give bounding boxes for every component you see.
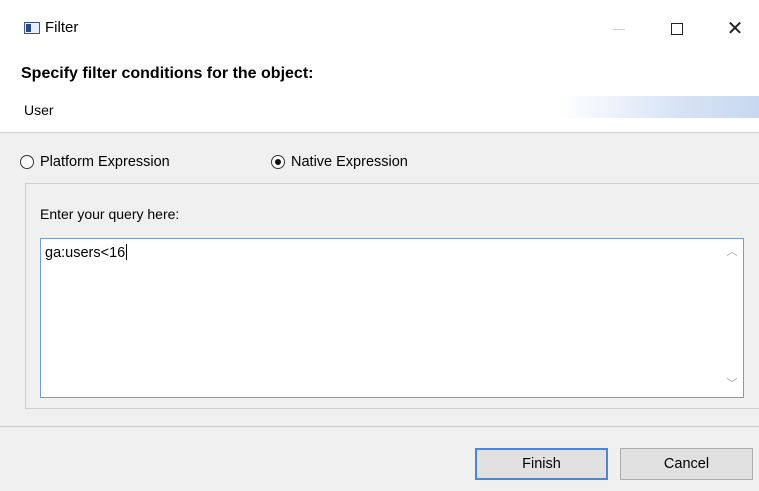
platform-expression-radio[interactable]: Platform Expression bbox=[20, 154, 170, 170]
cancel-button[interactable]: Cancel bbox=[620, 448, 753, 480]
radio-unchecked-icon[interactable] bbox=[20, 155, 34, 169]
title-bar: Filter ✕ bbox=[0, 0, 759, 50]
header-banner-gradient bbox=[559, 96, 759, 118]
dialog-body: Platform Expression Native Expression En… bbox=[0, 133, 759, 491]
object-name-label: User bbox=[24, 102, 54, 118]
minimize-button[interactable] bbox=[596, 12, 642, 46]
filter-dialog: Filter ✕ Specify filter conditions for t… bbox=[0, 0, 759, 491]
finish-button[interactable]: Finish bbox=[475, 448, 608, 480]
radio-checked-icon[interactable] bbox=[271, 155, 285, 169]
close-icon: ✕ bbox=[726, 18, 744, 40]
query-text: ga:users<16 bbox=[45, 244, 128, 261]
native-expression-label: Native Expression bbox=[291, 154, 408, 170]
query-textarea[interactable]: ga:users<16 ︿ ﹀ bbox=[40, 238, 744, 398]
scroll-up-icon[interactable]: ︿ bbox=[725, 245, 739, 259]
query-label: Enter your query here: bbox=[40, 206, 180, 222]
minimize-icon bbox=[613, 28, 625, 30]
window-title: Filter bbox=[45, 19, 79, 36]
text-caret bbox=[126, 244, 128, 260]
page-title: Specify filter conditions for the object… bbox=[21, 65, 314, 82]
maximize-icon bbox=[671, 23, 683, 35]
scroll-down-icon[interactable]: ﹀ bbox=[725, 377, 739, 391]
query-group: Enter your query here: ga:users<16 ︿ ﹀ bbox=[25, 183, 759, 409]
maximize-button[interactable] bbox=[654, 12, 700, 46]
platform-expression-label: Platform Expression bbox=[40, 154, 170, 170]
close-button[interactable]: ✕ bbox=[712, 12, 758, 46]
native-expression-radio[interactable]: Native Expression bbox=[271, 154, 408, 170]
dialog-header: Specify filter conditions for the object… bbox=[0, 50, 759, 132]
query-value: ga:users<16 bbox=[45, 245, 126, 261]
footer-divider bbox=[0, 426, 759, 427]
app-window-icon bbox=[24, 22, 40, 34]
